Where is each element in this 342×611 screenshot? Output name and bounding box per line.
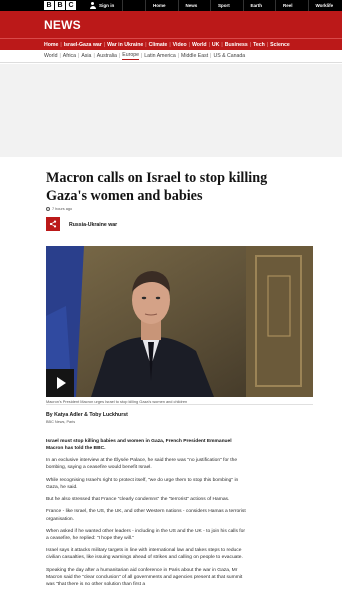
nav-separator: | xyxy=(169,41,171,48)
advert-slot xyxy=(0,64,342,157)
section-nav-home[interactable]: Home xyxy=(44,42,58,48)
play-button[interactable] xyxy=(46,369,74,397)
subsection-nav-latin-america[interactable]: Latin America xyxy=(144,53,175,59)
article-byline: By Katya Adler & Toby Luckhurst xyxy=(46,412,128,418)
global-header: B B C Sign in Home News Sport Earth Reel… xyxy=(0,0,342,11)
nav-separator: | xyxy=(177,53,180,59)
video-player[interactable] xyxy=(46,246,313,397)
article-paragraph: France - like Israel, the US, the UK, an… xyxy=(46,509,246,522)
share-icon xyxy=(49,220,57,228)
nav-separator: | xyxy=(249,41,252,48)
topic-tag[interactable]: Russia-Ukraine war xyxy=(69,222,117,228)
video-caption: Macron's President Macron urges Israel t… xyxy=(46,397,313,405)
global-nav: Home News Sport Earth Reel Worklife xyxy=(145,0,340,11)
section-nav-climate[interactable]: Climate xyxy=(149,42,168,48)
subsection-nav-africa[interactable]: Africa xyxy=(63,53,76,59)
article-paragraph: Israel must stop killing babies and wome… xyxy=(46,439,232,452)
signin-link[interactable]: Sign in xyxy=(89,0,124,11)
global-nav-earth[interactable]: Earth xyxy=(242,0,276,11)
section-nav-israel-gaza-war[interactable]: Israel-Gaza war xyxy=(64,42,102,48)
news-logo[interactable]: NEWS xyxy=(44,18,81,32)
section-nav-video[interactable]: Video xyxy=(173,42,187,48)
nav-separator: | xyxy=(188,41,190,48)
section-nav-uk[interactable]: UK xyxy=(212,42,220,48)
section-nav-science[interactable]: Science xyxy=(270,42,290,48)
nav-separator: | xyxy=(59,53,61,59)
byline-organisation: BBC News, Paris xyxy=(46,420,76,424)
section-nav-business[interactable]: Business xyxy=(225,42,248,48)
timestamp-text: 7 hours ago xyxy=(52,207,73,211)
user-icon xyxy=(89,2,96,9)
subsection-nav-world[interactable]: World xyxy=(44,53,57,59)
subsection-nav-australia[interactable]: Australia xyxy=(97,53,117,59)
nav-separator: | xyxy=(208,41,210,48)
nav-separator: | xyxy=(145,41,147,48)
global-nav-home[interactable]: Home xyxy=(145,0,178,11)
nav-separator: | xyxy=(78,53,80,59)
section-nav-tech[interactable]: Tech xyxy=(253,42,265,48)
news-banner: NEWS xyxy=(0,11,342,38)
global-nav-worklife[interactable]: Worklife xyxy=(307,0,341,11)
section-nav-war-in-ukraine[interactable]: War in Ukraine xyxy=(107,42,143,48)
section-nav-world[interactable]: World xyxy=(192,42,207,48)
article-timestamp: 7 hours ago xyxy=(46,207,72,211)
article-paragraph: While recognising Israel's right to prot… xyxy=(46,477,239,490)
subsection-nav: World | Africa | Asia | Australia | Europe | … xyxy=(0,50,342,63)
article-paragraph: When asked if he wanted other leaders - … xyxy=(46,528,245,541)
share-button[interactable] xyxy=(46,217,60,231)
nav-separator: | xyxy=(103,41,106,48)
nav-separator: | xyxy=(210,53,212,59)
nav-separator: | xyxy=(221,41,223,48)
bbc-logo-letter: B xyxy=(44,1,54,10)
nav-separator: | xyxy=(93,53,95,59)
bbc-logo-letter: B xyxy=(55,1,65,10)
nav-separator: | xyxy=(118,53,121,59)
subsection-nav-europe[interactable]: Europe xyxy=(122,52,139,60)
global-nav-reel[interactable]: Reel xyxy=(275,0,308,11)
article-paragraph: Israel says it attacks military targets … xyxy=(46,548,243,561)
signin-label: Sign in xyxy=(99,3,115,8)
article-paragraph: But he also stressed that France "clearl… xyxy=(46,497,230,503)
subsection-nav-us-canada[interactable]: US & Canada xyxy=(213,53,245,59)
subsection-nav-middle-east[interactable]: Middle East xyxy=(181,53,208,59)
global-nav-sport[interactable]: Sport xyxy=(210,0,243,11)
nav-separator: | xyxy=(60,41,62,48)
article-body: Israel must stop killing babies and wome… xyxy=(46,438,246,593)
clock-icon xyxy=(46,207,50,211)
subsection-nav-asia[interactable]: Asia xyxy=(81,53,91,59)
bbc-logo-letter: C xyxy=(66,1,76,10)
section-nav: Home | Israel-Gaza war | War in Ukraine | C… xyxy=(0,38,342,50)
bbc-logo[interactable]: B B C xyxy=(44,1,76,10)
nav-separator: | xyxy=(140,53,143,59)
article-paragraph: Speaking the day after a humanitarian ai… xyxy=(46,567,243,587)
video-still xyxy=(46,246,313,397)
play-icon xyxy=(57,377,66,389)
article-headline: Macron calls on Israel to stop killing G… xyxy=(46,170,268,204)
global-nav-news[interactable]: News xyxy=(177,0,211,11)
article-paragraph: In an exclusive interview at the Élysée … xyxy=(46,458,238,471)
nav-separator: | xyxy=(266,41,269,48)
